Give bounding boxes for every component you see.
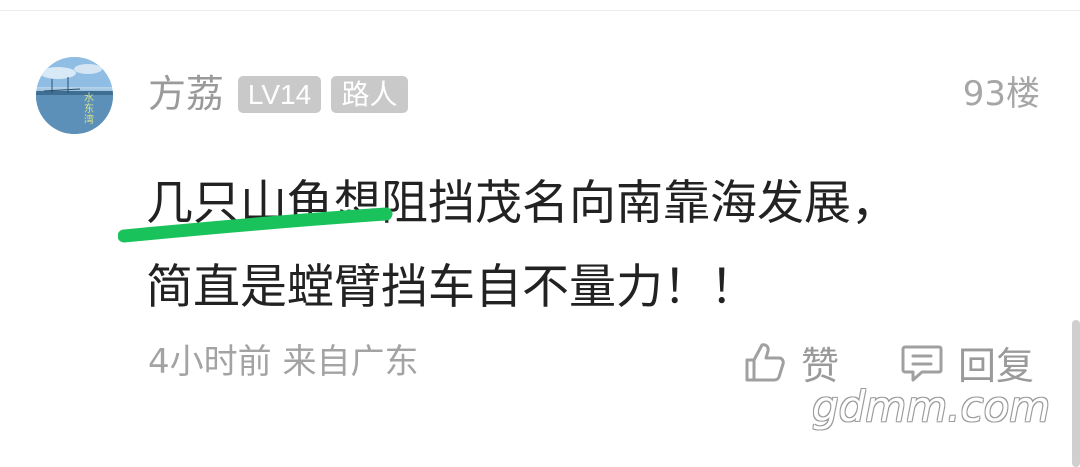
avatar-landscape <box>36 57 113 134</box>
divider <box>0 10 1080 11</box>
green-highlight-stroke <box>118 207 393 243</box>
role-badge: 路人 <box>331 76 408 113</box>
comment-icon <box>901 345 943 382</box>
thumbs-up-icon <box>745 343 785 382</box>
like-button[interactable]: 赞 <box>743 338 839 388</box>
time-location: 4小时前 来自广东 <box>148 342 419 382</box>
watermark: gdmm.com <box>812 382 1051 431</box>
comment-line: 简直是螳臂挡车自不量力！！ <box>146 260 757 315</box>
avatar[interactable]: 水东湾 <box>36 57 113 134</box>
avatar-caption: 水东湾 <box>84 93 94 126</box>
comment-card: 水东湾 方荔 LV14 路人 93楼 几只山龟想阻挡茂名向南靠海发展， 简直是螳… <box>0 0 1080 467</box>
floor-number: 93楼 <box>962 74 1040 114</box>
level-badge: LV14 <box>238 76 321 113</box>
reply-button[interactable]: 回复 <box>900 338 1034 388</box>
scrollbar[interactable] <box>1072 320 1080 467</box>
username[interactable]: 方荔 <box>148 72 224 116</box>
